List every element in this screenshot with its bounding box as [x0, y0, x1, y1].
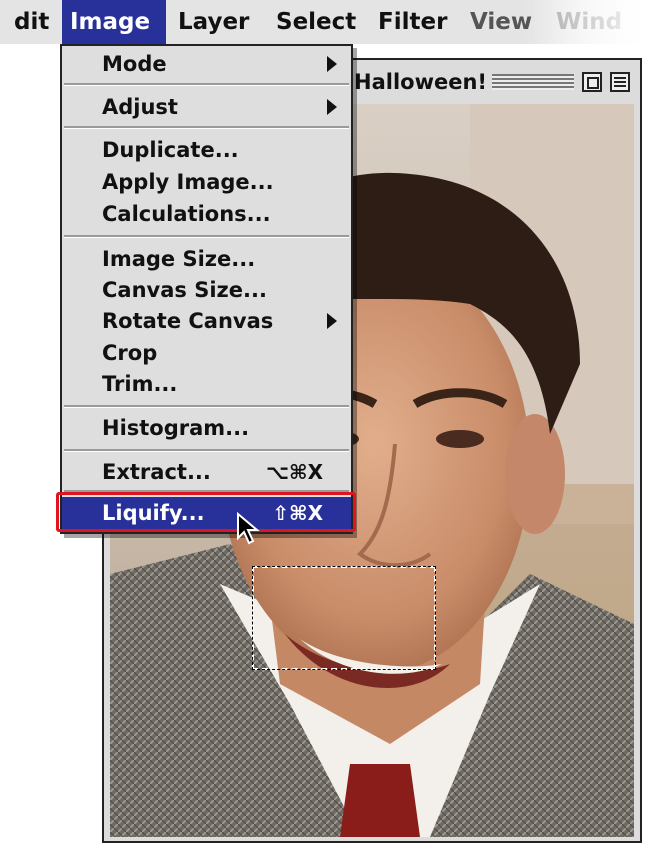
menu-image[interactable]: Image [62, 0, 166, 44]
menu-item-duplicate[interactable]: Duplicate... [62, 134, 351, 166]
menu-item-extract[interactable]: Extract... ⌥⌘X [62, 456, 351, 488]
window-title: Halloween! [354, 70, 487, 94]
menu-item-mode[interactable]: Mode [62, 48, 351, 80]
menu-item-label: Histogram... [102, 416, 250, 440]
arrow-cursor-icon [237, 512, 260, 545]
menu-item-rotate-canvas[interactable]: Rotate Canvas [62, 305, 351, 337]
menu-item-shortcut: ⌥⌘X [265, 460, 323, 484]
collapse-box-icon[interactable] [610, 72, 630, 92]
menu-layer[interactable]: Layer [170, 0, 257, 44]
menubar: dit Image Layer Select Filter View Wind [0, 0, 652, 44]
menu-view[interactable]: View [462, 0, 540, 44]
submenu-arrow-icon [327, 56, 337, 72]
menu-item-apply-image[interactable]: Apply Image... [62, 166, 351, 198]
menu-item-label: Trim... [102, 372, 178, 396]
menu-separator [64, 235, 349, 238]
menu-item-label: Rotate Canvas [102, 309, 274, 333]
menu-item-calculations[interactable]: Calculations... [62, 198, 351, 230]
menu-item-label: Crop [102, 341, 158, 365]
submenu-arrow-icon [327, 99, 337, 115]
highlight-callout-frame [56, 492, 356, 532]
image-dropdown-menu: Mode Adjust Duplicate... Apply Image... … [60, 44, 353, 534]
titlebar-stripes [492, 74, 574, 90]
menu-item-canvas-size[interactable]: Canvas Size... [62, 274, 351, 306]
zoom-box-icon[interactable] [582, 72, 602, 92]
menu-item-crop[interactable]: Crop [62, 337, 351, 369]
menu-item-label: Image Size... [102, 247, 256, 271]
menu-item-label: Extract... [102, 460, 211, 484]
marquee-selection[interactable] [252, 566, 436, 670]
menu-item-label: Calculations... [102, 202, 271, 226]
menu-item-histogram[interactable]: Histogram... [62, 412, 351, 444]
menu-select[interactable]: Select [268, 0, 364, 44]
menu-separator [64, 126, 349, 129]
menu-filter[interactable]: Filter [370, 0, 455, 44]
menu-item-label: Duplicate... [102, 138, 239, 162]
menu-item-label: Adjust [102, 95, 178, 119]
menu-separator [64, 405, 349, 408]
menu-item-adjust[interactable]: Adjust [62, 91, 351, 123]
submenu-arrow-icon [327, 313, 337, 329]
menu-item-label: Mode [102, 52, 167, 76]
menu-item-image-size[interactable]: Image Size... [62, 243, 351, 275]
menu-window[interactable]: Wind [548, 0, 630, 44]
menu-item-trim[interactable]: Trim... [62, 368, 351, 400]
menu-item-label: Canvas Size... [102, 278, 267, 302]
menu-item-label: Apply Image... [102, 170, 274, 194]
menu-separator [64, 449, 349, 452]
menu-separator [64, 83, 349, 86]
menu-edit[interactable]: dit [6, 0, 57, 44]
